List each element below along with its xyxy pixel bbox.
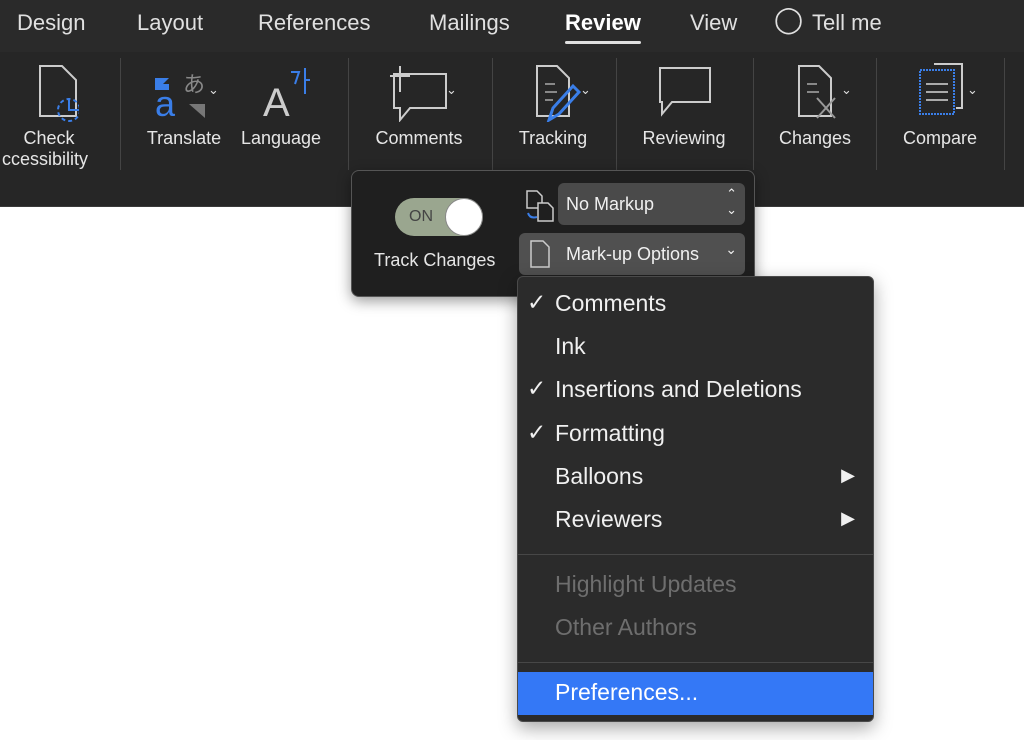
checkmark-icon: ✓ <box>527 289 547 315</box>
tab-view[interactable]: View <box>690 10 737 36</box>
translate-button[interactable]: aあ Translate <box>138 60 230 149</box>
checkmark-icon: ✓ <box>527 419 547 445</box>
svg-text:A: A <box>263 81 290 122</box>
chevron-down-icon[interactable]: ⌄ <box>208 82 219 98</box>
chevron-down-icon[interactable]: ⌄ <box>841 82 852 98</box>
stepper-chevrons-icon: ⌃ ⌄ <box>726 186 737 217</box>
menu-item-ink[interactable]: Ink <box>518 326 873 369</box>
chevron-down-icon[interactable]: ⌄ <box>580 82 591 98</box>
reviewing-label: Reviewing <box>642 128 726 148</box>
language-button[interactable]: A Language <box>234 60 328 149</box>
menu-item-other-authors: Other Authors <box>555 614 697 640</box>
tab-review[interactable]: Review <box>565 10 641 44</box>
tab-design[interactable]: Design <box>17 10 85 36</box>
tracking-button[interactable]: Tracking <box>508 60 598 149</box>
compare-button[interactable]: Compare <box>892 60 988 149</box>
comments-label: Comments <box>375 128 463 148</box>
compare-icon <box>919 63 963 115</box>
translate-label: Translate <box>146 128 222 148</box>
menu-item-reviewers[interactable]: Reviewers ▶ <box>518 499 873 542</box>
language-icon: A <box>263 68 310 122</box>
comments-button[interactable]: Comments <box>366 60 472 149</box>
display-markup-select[interactable]: No Markup ⌃ ⌄ <box>558 183 745 225</box>
markup-options-label: Mark-up Options <box>566 244 700 264</box>
markup-options-button[interactable]: Mark-up Options ⌄ <box>519 233 745 275</box>
reviewing-comment-icon <box>659 67 711 117</box>
tracking-label: Tracking <box>518 128 588 148</box>
tab-layout[interactable]: Layout <box>137 10 203 36</box>
markup-options-menu: ✓ Comments Ink ✓ Insertions and Deletions … <box>517 276 874 722</box>
reviewing-button[interactable]: Reviewing <box>632 60 736 149</box>
tell-me-search[interactable]: Tell me <box>812 10 882 36</box>
ribbon-tab-bar: Design Layout References Mailings Review… <box>0 0 1024 52</box>
accessibility-icon <box>39 65 79 122</box>
changes-button[interactable]: Changes <box>770 60 860 149</box>
menu-item-preferences[interactable]: Preferences... <box>518 672 873 715</box>
track-changes-toggle[interactable]: ON <box>395 198 483 236</box>
tab-mailings[interactable]: Mailings <box>429 10 510 36</box>
toggle-state: ON <box>409 208 433 225</box>
menu-item-insertions-deletions[interactable]: ✓ Insertions and Deletions <box>518 369 873 412</box>
accessibility-label: ccessibility <box>1 149 89 169</box>
chevron-down-icon[interactable]: ⌄ <box>967 82 978 98</box>
changes-icon <box>798 65 836 119</box>
tab-references[interactable]: References <box>258 10 371 36</box>
menu-item-balloons[interactable]: Balloons ▶ <box>518 456 873 499</box>
menu-separator <box>518 554 873 555</box>
changes-label: Changes <box>778 128 852 148</box>
check-accessibility-button[interactable]: Check ccessibility <box>0 60 98 170</box>
checkmark-icon: ✓ <box>527 375 547 401</box>
menu-item-highlight-updates: Highlight Updates <box>555 571 737 597</box>
lightbulb-icon: ◯ <box>774 4 804 34</box>
display-markup-value: No Markup <box>566 194 655 214</box>
check-label: Check <box>23 128 75 148</box>
compare-label: Compare <box>902 128 978 148</box>
menu-separator <box>518 662 873 663</box>
menu-item-comments[interactable]: ✓ Comments <box>518 283 873 326</box>
chevron-down-icon: ⌄ <box>725 241 737 257</box>
menu-item-formatting[interactable]: ✓ Formatting <box>518 413 873 456</box>
svg-text:あ: あ <box>183 73 205 98</box>
submenu-arrow-icon: ▶ <box>841 508 855 528</box>
chevron-down-icon[interactable]: ⌄ <box>446 82 457 98</box>
display-for-review-icon <box>526 190 554 222</box>
track-changes-label: Track Changes <box>374 250 496 270</box>
document-icon <box>530 240 550 268</box>
submenu-arrow-icon: ▶ <box>841 465 855 485</box>
language-label: Language <box>240 128 322 148</box>
tracking-pencil-icon <box>536 65 582 122</box>
new-comment-icon <box>390 66 447 122</box>
